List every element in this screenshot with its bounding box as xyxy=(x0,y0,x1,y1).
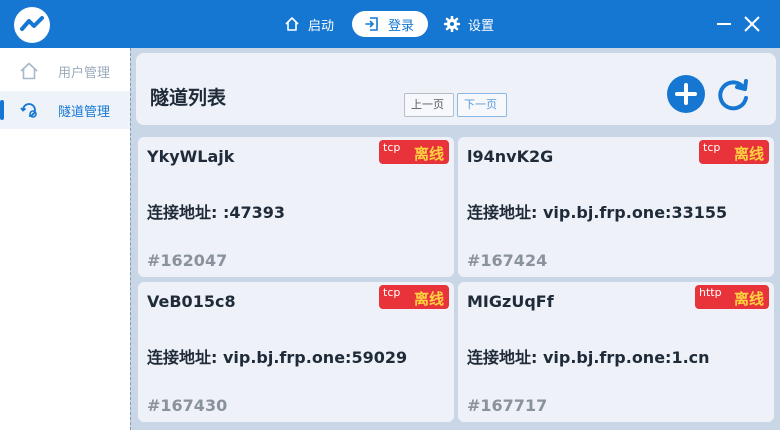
status-badge: tcp 离线 xyxy=(699,140,769,164)
gear-icon xyxy=(444,16,460,32)
protocol-label: tcp xyxy=(383,286,401,299)
status-badge: tcp 离线 xyxy=(379,285,449,309)
sidebar-item-users[interactable]: 用户管理 xyxy=(0,52,130,90)
tunnel-card[interactable]: YkyWLajk tcp 离线 连接地址: :47393 #162047 xyxy=(138,137,454,277)
next-page-button[interactable]: 下一页 xyxy=(457,93,507,117)
sidebar-item-tunnels[interactable]: 隧道管理 xyxy=(0,91,130,129)
add-tunnel-button[interactable] xyxy=(666,74,706,114)
protocol-label: http xyxy=(699,286,722,299)
tunnel-card[interactable]: VeB015c8 tcp 离线 连接地址: vip.bj.frp.one:590… xyxy=(138,282,454,422)
login-icon xyxy=(365,17,378,31)
tunnel-name: MIGzUqFf xyxy=(467,292,554,311)
sidebar-item-users-label: 用户管理 xyxy=(58,65,111,81)
status-label: 离线 xyxy=(413,145,444,163)
tunnel-card[interactable]: MIGzUqFf http 离线 连接地址: vip.bj.frp.one:1.… xyxy=(458,282,774,422)
status-badge: http 离线 xyxy=(695,285,769,309)
tunnel-address: 连接地址: vip.bj.frp.one:59029 xyxy=(147,348,408,367)
close-icon[interactable] xyxy=(742,14,762,34)
tunnel-list-header: 隧道列表 上一页 下一页 xyxy=(136,53,776,125)
status-label: 离线 xyxy=(413,290,444,308)
home-icon xyxy=(20,62,38,80)
app-logo xyxy=(14,7,50,43)
nav-login[interactable]: 登录 xyxy=(352,11,428,37)
tunnel-address: 连接地址: vip.bj.frp.one:1.cn xyxy=(467,348,710,367)
active-indicator xyxy=(0,100,4,120)
main-panel: 隧道列表 上一页 下一页 YkyWLajk tcp 离线 连接地址: :4739… xyxy=(130,48,780,430)
home-icon xyxy=(285,17,299,31)
tunnel-card[interactable]: l94nvK2G tcp 离线 连接地址: vip.bj.frp.one:331… xyxy=(458,137,774,277)
title-bar: 启动 登录 设置 xyxy=(0,0,780,48)
sidebar: 用户管理 隧道管理 xyxy=(0,48,130,430)
protocol-label: tcp xyxy=(383,141,401,154)
prev-page-button[interactable]: 上一页 xyxy=(404,93,454,117)
tunnel-name: YkyWLajk xyxy=(147,147,235,166)
nav-settings-label: 设置 xyxy=(468,18,495,34)
refresh-button[interactable] xyxy=(713,74,753,114)
nav-start-label: 启动 xyxy=(308,18,335,34)
minimize-icon[interactable] xyxy=(714,14,734,34)
nav-login-label: 登录 xyxy=(388,18,415,34)
tunnel-gear-icon xyxy=(20,103,37,118)
tunnel-address: 连接地址: :47393 xyxy=(147,203,286,222)
tunnel-address: 连接地址: vip.bj.frp.one:33155 xyxy=(467,203,728,222)
tunnel-id: #167430 xyxy=(147,396,228,415)
status-label: 离线 xyxy=(733,145,764,163)
tunnel-name: VeB015c8 xyxy=(147,292,236,311)
nav-start[interactable]: 启动 xyxy=(284,11,334,37)
tunnel-id: #167424 xyxy=(467,251,548,270)
tunnel-id: #167717 xyxy=(467,396,548,415)
status-badge: tcp 离线 xyxy=(379,140,449,164)
app-logo-icon xyxy=(20,16,44,31)
tunnel-name: l94nvK2G xyxy=(467,147,554,166)
protocol-label: tcp xyxy=(703,141,721,154)
status-label: 离线 xyxy=(733,290,764,308)
page-title: 隧道列表 xyxy=(150,87,227,109)
sidebar-item-tunnels-label: 隧道管理 xyxy=(58,104,111,120)
nav-settings[interactable]: 设置 xyxy=(444,11,494,37)
tunnel-id: #162047 xyxy=(147,251,228,270)
